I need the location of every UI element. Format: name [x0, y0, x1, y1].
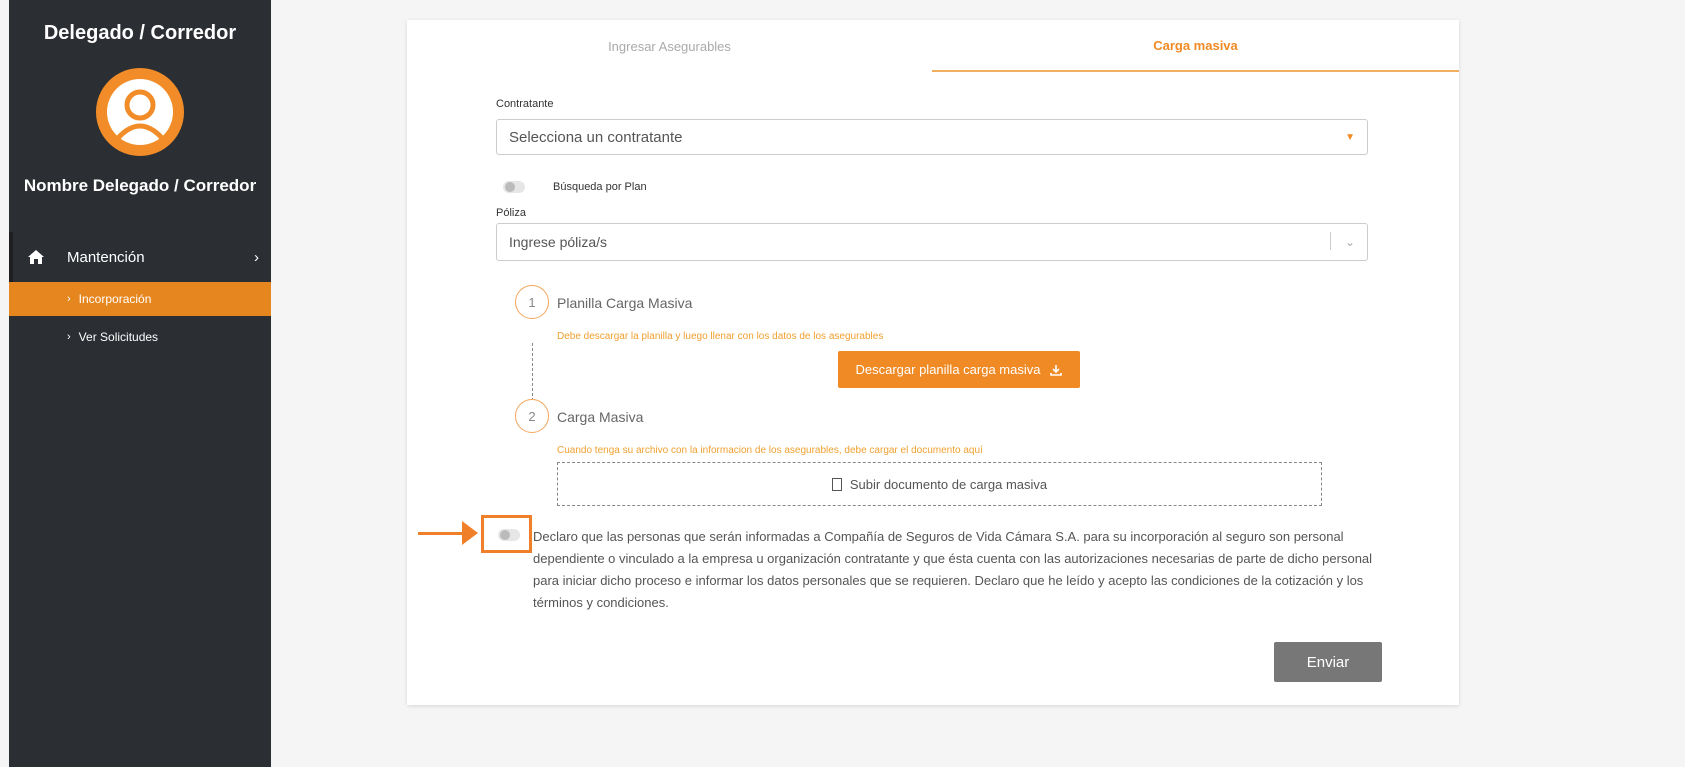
chevron-down-icon: ▼	[1345, 131, 1355, 143]
download-template-button[interactable]: Descargar planilla carga masiva	[838, 351, 1080, 388]
download-icon	[1050, 364, 1063, 376]
tab-carga-masiva[interactable]: Carga masiva	[932, 20, 1459, 72]
chevron-right-icon: ›	[254, 248, 259, 266]
upload-label: Subir documento de carga masiva	[849, 476, 1048, 492]
plan-search-label: Búsqueda por Plan	[553, 181, 647, 193]
sidebar-item-label: Mantención	[67, 248, 145, 266]
declaration-text: Declaro que las personas que serán infor…	[533, 529, 1373, 610]
sidebar-item-label: Incorporación	[78, 292, 152, 306]
contratante-value: Selecciona un contratante	[509, 128, 683, 146]
chevron-right-icon: ›	[67, 293, 71, 305]
main-card: Ingresar Asegurables Carga masiva Contra…	[407, 20, 1459, 705]
home-icon	[28, 250, 44, 264]
user-name: Nombre Delegado / Corredor	[23, 176, 257, 195]
upload-dropzone[interactable]: Subir documento de carga masiva	[557, 462, 1322, 506]
step-1-marker: 1	[515, 285, 549, 319]
step-2-marker: 2	[515, 399, 549, 433]
contratante-select[interactable]: Selecciona un contratante ▼	[496, 119, 1368, 155]
plan-search-toggle[interactable]	[503, 181, 525, 193]
sidebar-item-ver-solicitudes[interactable]: › Ver Solicitudes	[9, 320, 271, 354]
sidebar-item-incorporacion[interactable]: › Incorporación	[9, 282, 271, 316]
poliza-placeholder: Ingrese póliza/s	[509, 234, 608, 250]
poliza-input[interactable]: Ingrese póliza/s ⌄	[496, 223, 1368, 261]
annotation-highlight-box	[481, 515, 532, 553]
chevron-down-icon: ⌄	[1344, 235, 1355, 249]
poliza-label: Póliza	[496, 207, 526, 219]
step-1-title: Planilla Carga Masiva	[557, 295, 693, 311]
tab-ingresar-asegurables[interactable]: Ingresar Asegurables	[407, 20, 932, 72]
chevron-right-icon: ›	[67, 331, 71, 343]
sidebar-title: Delegado / Corredor	[43, 22, 237, 44]
select-separator	[1330, 232, 1331, 250]
toggle-knob	[505, 182, 515, 192]
annotation-arrow-head	[462, 521, 478, 545]
sidebar: Delegado / Corredor Nombre Delegado / Co…	[9, 0, 271, 767]
download-button-label: Descargar planilla carga masiva	[855, 362, 1041, 377]
step-2-title: Carga Masiva	[557, 409, 644, 425]
step-1-note: Debe descargar la planilla y luego llena…	[557, 331, 884, 342]
sidebar-item-label: Ver Solicitudes	[78, 330, 159, 344]
user-avatar-icon	[96, 68, 184, 156]
sidebar-item-mantencion[interactable]: Mantención ›	[9, 232, 271, 282]
file-icon	[831, 477, 842, 491]
step-2-note: Cuando tenga su archivo con la informaci…	[557, 445, 983, 456]
contratante-label: Contratante	[496, 98, 554, 110]
submit-button[interactable]: Enviar	[1274, 642, 1382, 682]
